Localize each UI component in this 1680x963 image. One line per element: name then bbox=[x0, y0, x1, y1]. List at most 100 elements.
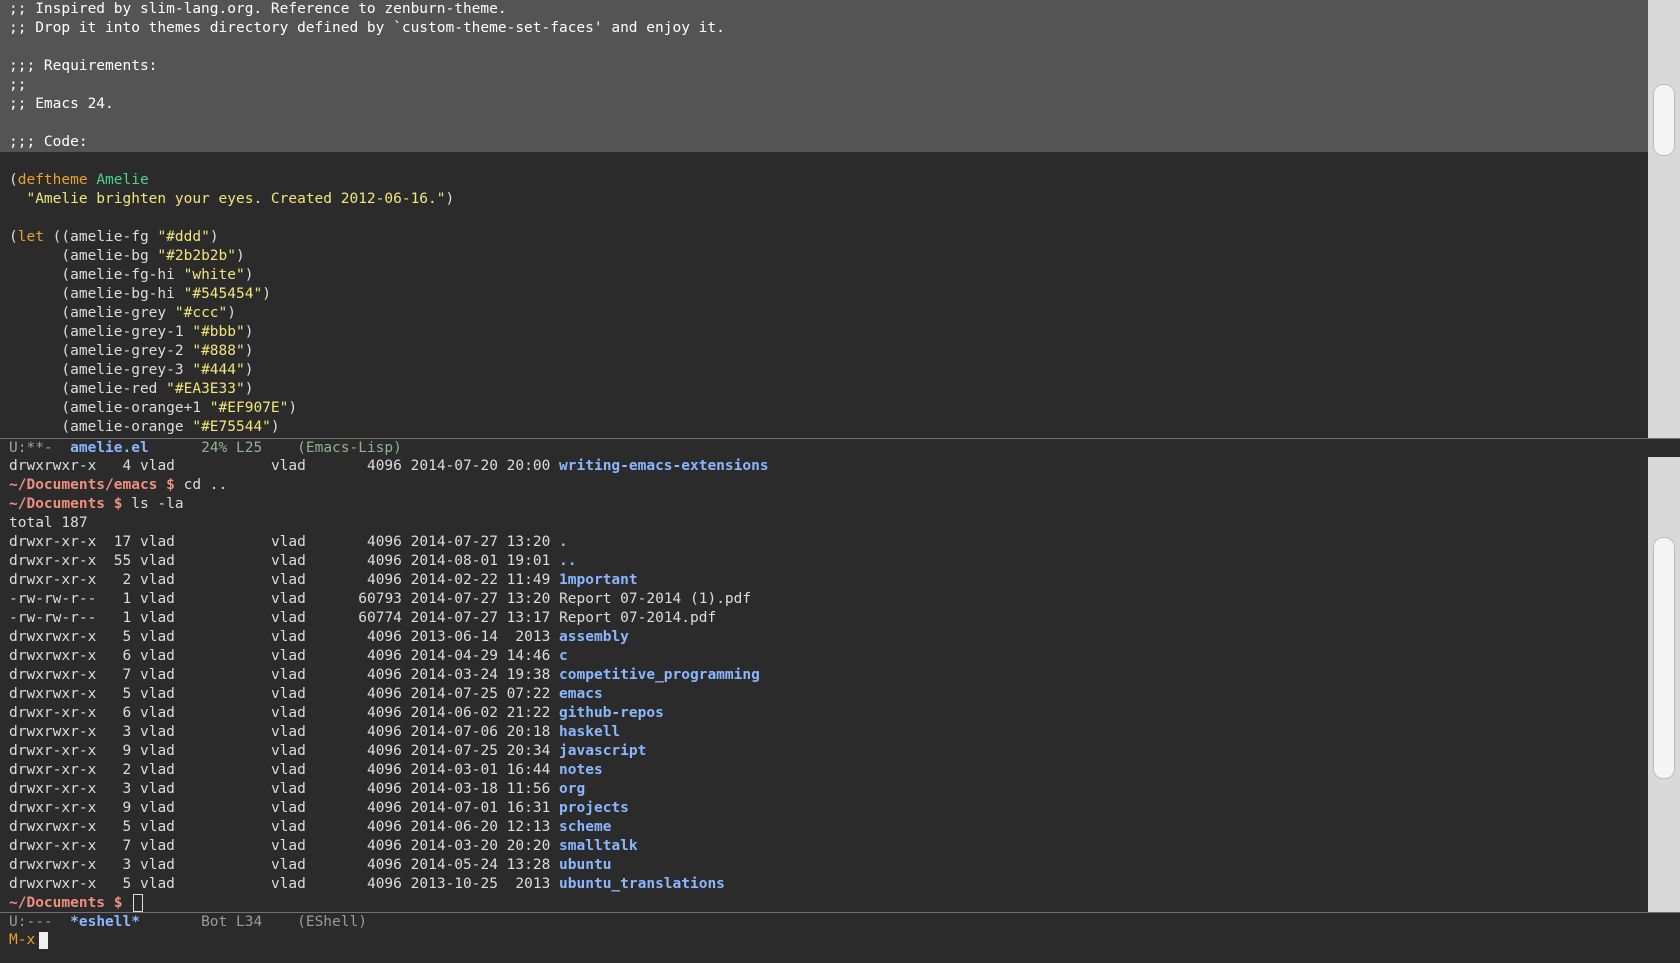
link-count: 5 bbox=[122, 819, 132, 835]
ls-row: drwxrwxr-x 5 vlad vlad 4096 2014-07-25 0… bbox=[0, 685, 1648, 704]
binding-value: "#bbb" bbox=[192, 324, 245, 340]
comment-line: ;;; Code: bbox=[9, 134, 88, 150]
file-group: vlad bbox=[270, 705, 306, 721]
directory-name[interactable]: smalltalk bbox=[559, 838, 638, 854]
directory-name[interactable]: .. bbox=[559, 553, 576, 569]
binding-value: "#ccc" bbox=[174, 305, 228, 321]
directory-name[interactable]: 1mportant bbox=[559, 572, 638, 588]
file-size: 4096 bbox=[366, 629, 402, 645]
modeline-buffer-name[interactable]: *eshell* bbox=[70, 914, 140, 930]
link-count: 4 bbox=[122, 458, 132, 474]
directory-name[interactable]: writing-emacs-extensions bbox=[559, 458, 769, 474]
comment-line: ;;; Requirements: bbox=[9, 58, 158, 74]
file-owner: vlad bbox=[139, 648, 175, 664]
highlighted-region: ;; Inspired by slim-lang.org. Reference … bbox=[0, 0, 1648, 152]
comment-line bbox=[0, 114, 1648, 133]
directory-name[interactable]: c bbox=[559, 648, 568, 664]
deftheme-keyword: deftheme bbox=[17, 172, 88, 188]
scrollbar-thumb-top[interactable] bbox=[1653, 84, 1675, 156]
directory-name[interactable]: competitive_programming bbox=[559, 667, 760, 683]
file-group: vlad bbox=[270, 591, 306, 607]
file-permissions: drwxrwxr-x bbox=[9, 648, 97, 664]
directory-name[interactable]: . bbox=[559, 534, 568, 550]
file-size: 4096 bbox=[366, 838, 402, 854]
binding-value: "#545454" bbox=[183, 286, 263, 302]
link-count: 5 bbox=[122, 686, 132, 702]
binding-value: "#EF907E" bbox=[209, 400, 289, 416]
file-group: vlad bbox=[270, 857, 306, 873]
file-date: 2014-02-22 11:49 bbox=[410, 572, 551, 588]
file-size: 4096 bbox=[366, 724, 402, 740]
file-owner: vlad bbox=[139, 610, 175, 626]
file-permissions: drwxr-xr-x bbox=[9, 572, 97, 588]
ls-row: drwxrwxr-x 3 vlad vlad 4096 2014-07-06 2… bbox=[0, 723, 1648, 742]
file-name[interactable]: Report 07-2014 (1).pdf bbox=[559, 591, 751, 607]
ls-row: drwxrwxr-x 5 vlad vlad 4096 2013-06-14 2… bbox=[0, 628, 1648, 647]
file-group: vlad bbox=[270, 572, 306, 588]
directory-name[interactable]: github-repos bbox=[559, 705, 664, 721]
file-name[interactable]: Report 07-2014.pdf bbox=[559, 610, 716, 626]
let-binding-line: (amelie-orange+1 "#EF907E") bbox=[9, 400, 298, 416]
editor-window-amelie[interactable]: ;; Inspired by slim-lang.org. Reference … bbox=[0, 0, 1648, 438]
link-count: 2 bbox=[122, 572, 132, 588]
modeline-buffer-name[interactable]: amelie.el bbox=[70, 440, 149, 456]
directory-name[interactable]: notes bbox=[559, 762, 603, 778]
modeline-position: 24% L25 bbox=[201, 440, 263, 456]
file-size: 4096 bbox=[366, 800, 402, 816]
file-owner: vlad bbox=[139, 534, 175, 550]
ls-total: total 187 bbox=[9, 515, 88, 531]
directory-name[interactable]: scheme bbox=[559, 819, 611, 835]
file-size: 4096 bbox=[366, 876, 402, 892]
file-date: 2014-03-24 19:38 bbox=[410, 667, 551, 683]
file-group: vlad bbox=[270, 838, 306, 854]
file-size: 4096 bbox=[366, 553, 402, 569]
scrollbar-bottom[interactable] bbox=[1648, 457, 1680, 912]
link-count: 17 bbox=[113, 534, 132, 550]
binding-value: "#444" bbox=[192, 362, 245, 378]
docstring-line: "Amelie brighten your eyes. Created 2012… bbox=[26, 191, 455, 207]
ls-row: drwxrwxr-x 6 vlad vlad 4096 2014-04-29 1… bbox=[0, 647, 1648, 666]
file-date: 2014-07-25 07:22 bbox=[410, 686, 551, 702]
ls-row: drwxr-xr-x 2 vlad vlad 4096 2014-02-22 1… bbox=[0, 571, 1648, 590]
let-bindings: (let ((amelie-fg "#ddd") (amelie-bg "#2b… bbox=[0, 228, 1648, 437]
link-count: 3 bbox=[122, 781, 132, 797]
file-owner: vlad bbox=[139, 800, 175, 816]
file-group: vlad bbox=[270, 629, 306, 645]
file-size: 4096 bbox=[366, 648, 402, 664]
eshell-window[interactable]: drwxrwxr-x 4 vlad vlad 4096 2014-07-20 2… bbox=[0, 457, 1648, 912]
directory-name[interactable]: emacs bbox=[559, 686, 603, 702]
text-cursor bbox=[133, 894, 144, 912]
binding-name: amelie-bg-hi bbox=[70, 286, 175, 302]
file-group: vlad bbox=[270, 648, 306, 664]
directory-name[interactable]: ubuntu_translations bbox=[559, 876, 725, 892]
modeline-mode[interactable]: (Emacs-Lisp) bbox=[297, 440, 402, 456]
binding-name: amelie-fg-hi bbox=[70, 267, 175, 283]
directory-name[interactable]: haskell bbox=[559, 724, 620, 740]
let-binding-line: (amelie-fg-hi "white") bbox=[9, 267, 254, 283]
scrollbar-thumb-bottom[interactable] bbox=[1653, 537, 1675, 779]
let-binding-line: (amelie-orange "#E75544") bbox=[9, 419, 280, 435]
ls-row: drwxrwxr-x 5 vlad vlad 4096 2013-10-25 2… bbox=[0, 875, 1648, 894]
directory-name[interactable]: javascript bbox=[559, 743, 646, 759]
link-count: 9 bbox=[122, 800, 132, 816]
modeline-mode[interactable]: (EShell) bbox=[297, 914, 367, 930]
file-size: 4096 bbox=[366, 534, 402, 550]
input-line[interactable]: ~/Documents $ bbox=[0, 894, 1648, 912]
directory-name[interactable]: org bbox=[559, 781, 585, 797]
binding-name: amelie-grey-2 bbox=[70, 343, 184, 359]
scrollbar-top[interactable] bbox=[1648, 0, 1680, 438]
eshell-prompt: ~/Documents $ bbox=[9, 496, 123, 512]
binding-value: "#ddd" bbox=[157, 229, 210, 245]
modeline-top[interactable]: U:**- amelie.el 24% L25 (Emacs-Lisp) bbox=[0, 438, 1680, 457]
file-size: 60774 bbox=[358, 610, 402, 626]
minibuffer[interactable]: M-x bbox=[0, 931, 1648, 963]
modeline-bottom[interactable]: U:--- *eshell* Bot L34 (EShell) bbox=[0, 912, 1680, 931]
file-date: 2014-06-02 21:22 bbox=[410, 705, 551, 721]
ls-row: drwxrwxr-x 4 vlad vlad 4096 2014-07-20 2… bbox=[0, 457, 1648, 476]
file-size: 4096 bbox=[366, 667, 402, 683]
directory-name[interactable]: assembly bbox=[559, 629, 629, 645]
file-date: 2014-03-20 20:20 bbox=[410, 838, 551, 854]
directory-name[interactable]: projects bbox=[559, 800, 629, 816]
directory-name[interactable]: ubuntu bbox=[559, 857, 611, 873]
file-permissions: drwxrwxr-x bbox=[9, 686, 97, 702]
